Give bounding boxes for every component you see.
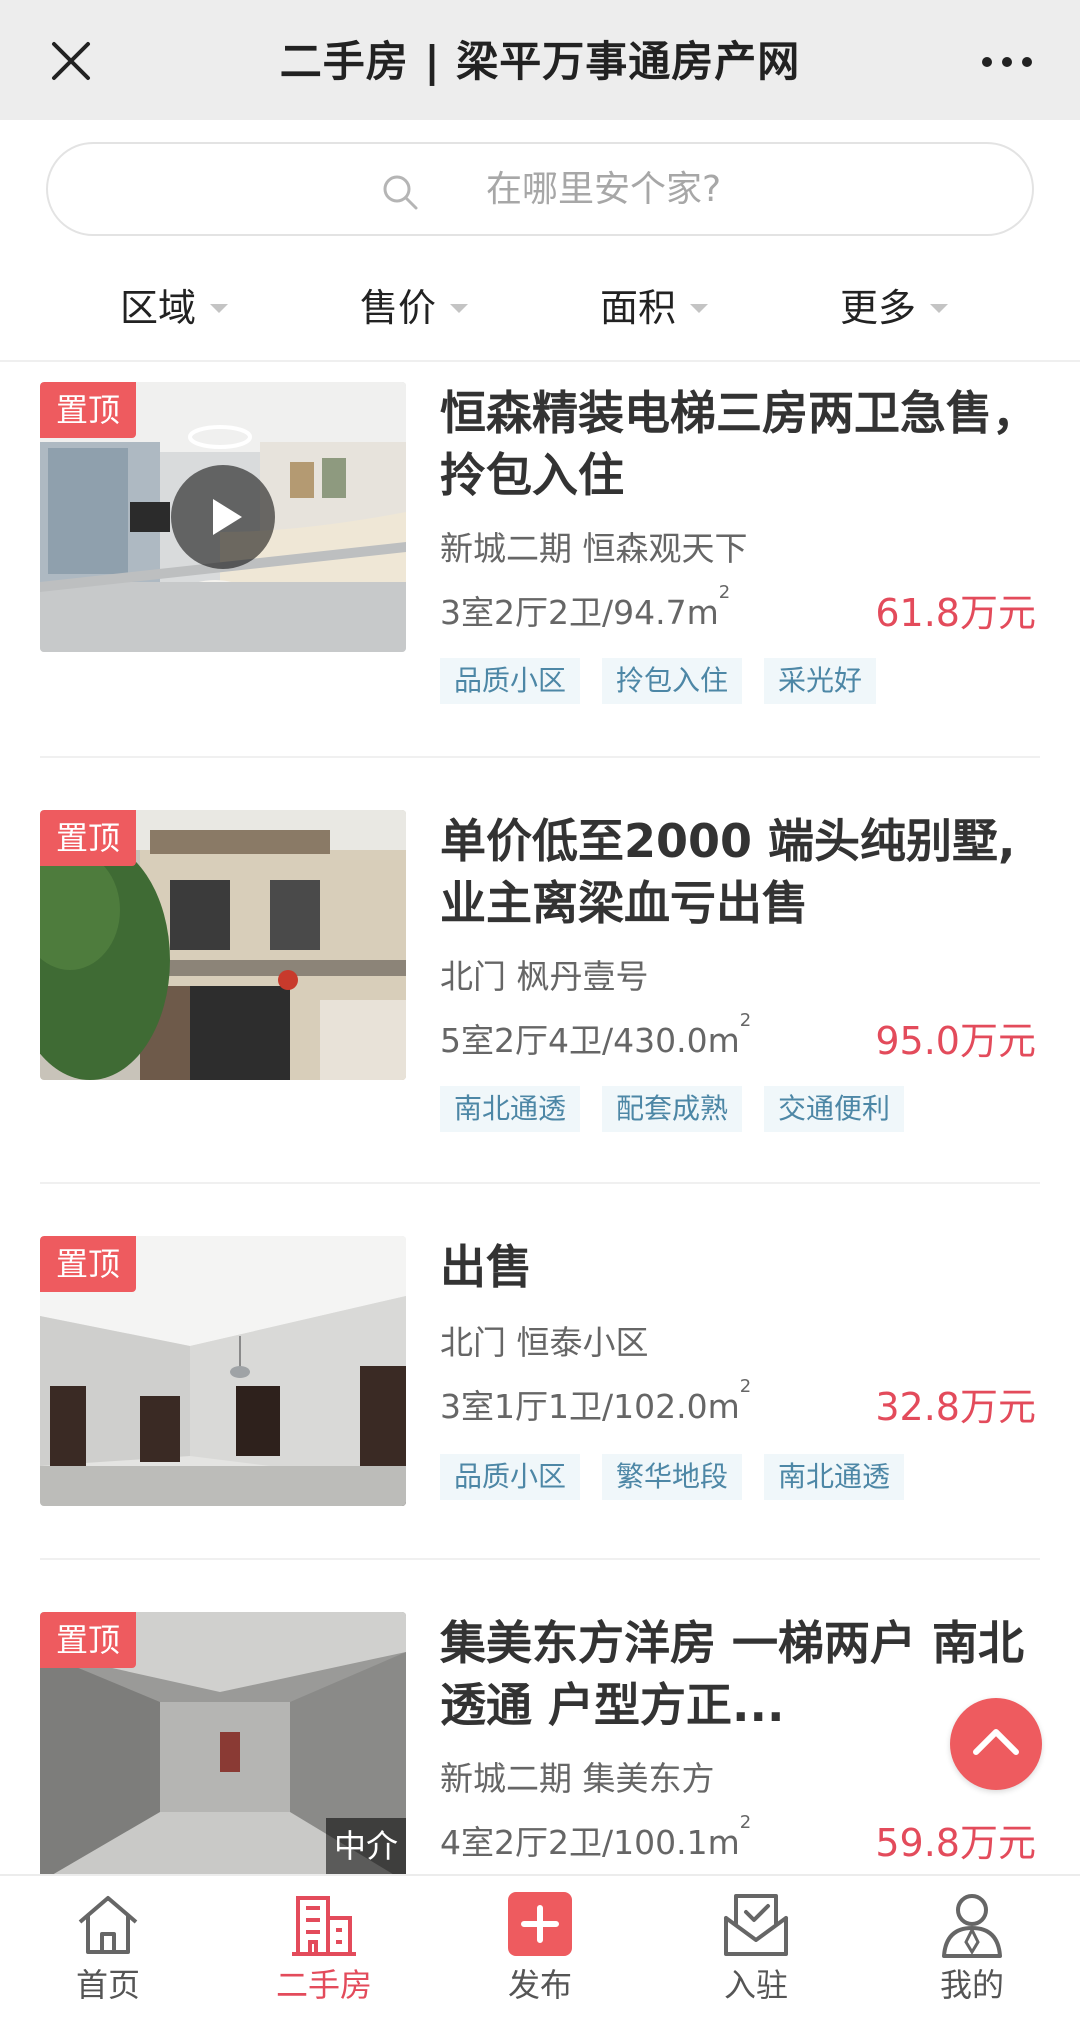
- listing-title-line: 出售: [440, 1240, 532, 1294]
- listing-spec-text: 5室2厅4卫/430.0m: [440, 1021, 740, 1060]
- nav-item-second-hand[interactable]: 二手房: [216, 1876, 432, 2024]
- filter-label: 更多: [840, 286, 917, 330]
- agent-badge: 中介: [326, 1818, 406, 1874]
- chevron-up-icon: [973, 1729, 1019, 1755]
- back-to-top-button[interactable]: [950, 1698, 1042, 1790]
- search-input[interactable]: 在哪里安个家?: [46, 142, 1034, 236]
- nav-label: 发布: [507, 1966, 572, 2004]
- play-icon[interactable]: [170, 464, 276, 570]
- title-bar: 二手房 | 梁平万事通房产网: [0, 0, 1080, 120]
- listing-spec: 3室2厅2卫/94.7m2: [440, 582, 730, 634]
- listing-title[interactable]: 出售: [440, 1236, 1050, 1298]
- nav-item-join[interactable]: 入驻: [648, 1876, 864, 2024]
- listing-title-line: 业主离梁血亏出售: [440, 876, 808, 930]
- listing-item[interactable]: 置顶 单价低至2000 端头纯别墅, 业主离梁血亏出售 北门 枫丹壹号 5室2厅…: [0, 810, 1080, 1180]
- listing-title-line: 集美东方洋房 一梯两户 南北: [440, 1616, 1025, 1670]
- listing-price: 61.8万元: [875, 591, 1036, 635]
- filter-size[interactable]: 面积: [600, 256, 709, 360]
- listing-spec-text: 3室1厅1卫/102.0m: [440, 1387, 740, 1426]
- listing-photo[interactable]: 置顶: [40, 1236, 406, 1506]
- area-unit-superscript: 2: [718, 582, 731, 603]
- nav-item-home[interactable]: 首页: [0, 1876, 216, 2024]
- listing-price: 59.8万元: [875, 1821, 1036, 1865]
- listing-spec: 3室1厅1卫/102.0m2: [440, 1376, 751, 1428]
- listing-tag: 南北通透: [440, 1086, 581, 1132]
- listing-spec: 5室2厅4卫/430.0m2: [440, 1010, 751, 1062]
- listing-location: 北门 枫丹壹号: [440, 957, 649, 996]
- check-envelope-icon: [720, 1888, 792, 1960]
- filter-label: 区域: [120, 286, 197, 330]
- area-unit-superscript: 2: [739, 1812, 752, 1833]
- listing-item[interactable]: 置顶 中介 集美东方洋房 一梯两户 南北 透通 户型方正... 新城二期 集美东…: [0, 1612, 1080, 1874]
- listing-tag: 采光好: [764, 658, 877, 704]
- listing-spec: 4室2厅2卫/100.1m2: [440, 1812, 751, 1864]
- caret-down-icon: [930, 304, 949, 313]
- area-unit-superscript: 2: [739, 1010, 752, 1031]
- nav-item-mine[interactable]: 我的: [864, 1876, 1080, 2024]
- listing-tags: 南北通透 配套成熟 交通便利: [440, 1086, 926, 1132]
- nav-label: 二手房: [275, 1966, 372, 2004]
- filter-price[interactable]: 售价: [360, 256, 469, 360]
- home-icon: [72, 1888, 144, 1960]
- listing-title[interactable]: 单价低至2000 端头纯别墅, 业主离梁血亏出售: [440, 810, 1050, 934]
- filter-area[interactable]: 区域: [120, 256, 229, 360]
- plus-icon: [504, 1888, 576, 1960]
- caret-down-icon: [210, 304, 229, 313]
- filter-more[interactable]: 更多: [840, 256, 949, 360]
- pinned-badge: 置顶: [40, 810, 136, 866]
- filter-bar: 区域 售价 面积 更多: [0, 256, 1080, 362]
- listing-tag: 配套成熟: [602, 1086, 743, 1132]
- listing-photo[interactable]: 置顶: [40, 382, 406, 652]
- area-unit-superscript: 2: [739, 1376, 752, 1397]
- listing-photo[interactable]: 置顶: [40, 810, 406, 1080]
- close-icon[interactable]: [40, 30, 102, 92]
- listing-tag: 拎包入住: [602, 658, 743, 704]
- search-placeholder: 在哪里安个家?: [486, 169, 722, 210]
- listing-price: 95.0万元: [875, 1019, 1036, 1063]
- listing-title-line: 单价低至2000 端头纯别墅,: [440, 814, 1016, 868]
- nav-item-publish[interactable]: 发布: [432, 1876, 648, 2024]
- pinned-badge: 置顶: [40, 1236, 136, 1292]
- listing-price: 32.8万元: [875, 1385, 1036, 1429]
- nav-label: 我的: [939, 1966, 1004, 2004]
- divider: [40, 1182, 1040, 1184]
- listing-tag: 品质小区: [440, 658, 581, 704]
- caret-down-icon: [450, 304, 469, 313]
- filter-label: 面积: [600, 286, 677, 330]
- filter-label: 售价: [360, 286, 437, 330]
- person-icon: [936, 1888, 1008, 1960]
- listing-location: 北门 恒泰小区: [440, 1323, 649, 1362]
- listing-spec-text: 3室2厅2卫/94.7m: [440, 593, 719, 632]
- building-icon: [288, 1888, 360, 1960]
- listing-item[interactable]: 置顶 恒森精装电梯三房两卫急售， 拎包入住 新城二期 恒森观天下 3室2厅2卫/…: [0, 382, 1080, 756]
- pinned-badge: 置顶: [40, 1612, 136, 1668]
- nav-label: 首页: [75, 1966, 140, 2004]
- listing-tag: 交通便利: [764, 1086, 905, 1132]
- listing-location: 新城二期 集美东方: [440, 1759, 715, 1798]
- listing-tags: 品质小区 繁华地段 南北通透: [440, 1454, 926, 1500]
- divider: [40, 756, 1040, 758]
- listing-title-line: 恒森精装电梯三房两卫急售，: [440, 386, 1038, 440]
- listing-tag: 南北通透: [764, 1454, 905, 1500]
- more-icon[interactable]: [978, 40, 1036, 84]
- page-title: 二手房 | 梁平万事通房产网: [279, 37, 801, 86]
- caret-down-icon: [690, 304, 709, 313]
- divider: [40, 1558, 1040, 1560]
- listing-photo[interactable]: 置顶 中介: [40, 1612, 406, 1874]
- listing-tag: 品质小区: [440, 1454, 581, 1500]
- listing-spec-text: 4室2厅2卫/100.1m: [440, 1823, 740, 1862]
- listing-location: 新城二期 恒森观天下: [440, 529, 748, 568]
- bottom-nav: 首页 二手房 发布 入驻 我的: [0, 1874, 1080, 2024]
- listing-tags: 品质小区 拎包入住 采光好: [440, 658, 898, 704]
- listing-title-line: 拎包入住: [440, 448, 624, 502]
- listing-item[interactable]: 置顶 出售 北门 恒泰小区 3室1厅1卫/102.0m2 32.8万元 品质小区…: [0, 1236, 1080, 1566]
- pinned-badge: 置顶: [40, 382, 136, 438]
- nav-label: 入驻: [723, 1966, 788, 2004]
- listing-tag: 繁华地段: [602, 1454, 743, 1500]
- listing-title[interactable]: 恒森精装电梯三房两卫急售， 拎包入住: [440, 382, 1050, 506]
- search-icon: [380, 172, 420, 212]
